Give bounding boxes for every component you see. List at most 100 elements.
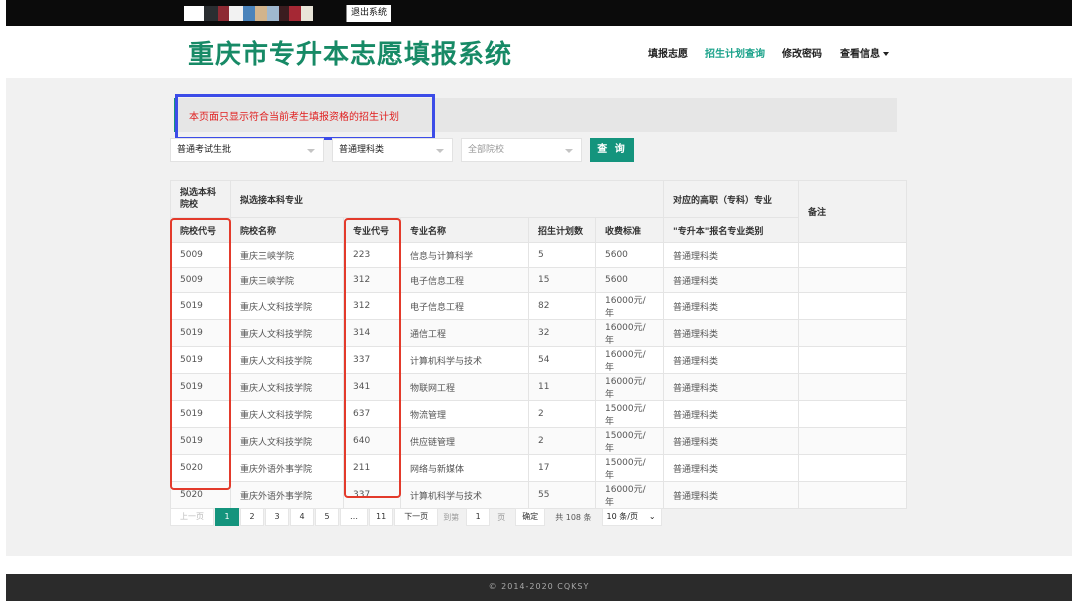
redaction-block [184, 6, 204, 21]
table-row: 5020 重庆外语外事学院 211 网络与新媒体 17 15000元/年 普通理科类 [170, 454, 907, 483]
school-name-cell: 重庆人文科技学院 [230, 319, 344, 348]
plan-count-cell: 17 [528, 454, 596, 483]
browser-frame: 退出系统 重庆市专升本志愿填报系统 填报志愿 招生计划查询 修改密码 查看信息 … [6, 0, 1072, 601]
nav-fill-application[interactable]: 填报志愿 [648, 45, 688, 60]
page-size-value: 10 条/页 [606, 512, 638, 521]
major-name-cell: 通信工程 [400, 319, 529, 348]
page-button-current[interactable]: 1 [215, 508, 239, 526]
site-logo: 重庆市专升本志愿填报系统 [188, 40, 513, 70]
nav-view-info-label: 查看信息 [840, 49, 880, 60]
page-button[interactable]: 11 [369, 508, 394, 526]
school-name-cell: 重庆人文科技学院 [230, 373, 344, 402]
major-name-cell: 电子信息工程 [400, 267, 529, 294]
goto-confirm-button[interactable]: 确定 [515, 508, 546, 526]
remark-cell [798, 319, 907, 348]
table-row: 5019 重庆人文科技学院 312 电子信息工程 82 16000元/年 普通理科类 [170, 292, 907, 321]
major-name-cell: 物流管理 [400, 400, 529, 429]
fee-cell: 15000元/年 [595, 400, 664, 429]
school-name-cell: 重庆外语外事学院 [230, 481, 344, 510]
remark-cell [798, 400, 907, 429]
redaction-block [255, 6, 267, 21]
plan-count-cell: 55 [528, 481, 596, 510]
enrollment-plan-table: 拟选本科院校 拟选接本科专业 对应的高职（专科）专业 备注 院校代号 院校名称 … [170, 180, 907, 510]
school-select-placeholder: 全部院校 [468, 145, 505, 155]
query-button[interactable]: 查 询 [590, 138, 634, 162]
school-name-cell: 重庆人文科技学院 [230, 292, 344, 321]
redaction-block [229, 6, 243, 21]
plan-count-cell: 15 [528, 267, 596, 294]
major-name-cell: 计算机科学与技术 [400, 481, 529, 510]
redaction-block [243, 6, 255, 21]
school-select[interactable]: 全部院校 [461, 138, 582, 162]
table-row: 5019 重庆人文科技学院 337 计算机科学与技术 54 16000元/年 普通理科类 [170, 346, 907, 375]
vocational-category-cell: 普通理科类 [663, 241, 799, 269]
fee-cell: 16000元/年 [595, 319, 664, 348]
vocational-category-cell: 普通理科类 [663, 319, 799, 348]
nav-change-password[interactable]: 修改密码 [782, 45, 822, 60]
plan-count-cell: 11 [528, 373, 596, 402]
fee-cell: 16000元/年 [595, 346, 664, 375]
vocational-category-cell: 普通理科类 [663, 373, 799, 402]
batch-select-value: 普通考试生批 [177, 145, 232, 155]
dropdown-arrow-icon [565, 149, 573, 153]
table-row: 5009 重庆三峡学院 312 电子信息工程 15 5600 普通理科类 [170, 267, 907, 294]
vocational-category-cell: 普通理科类 [663, 400, 799, 429]
table-row: 5019 重庆人文科技学院 341 物联网工程 11 16000元/年 普通理科类 [170, 373, 907, 402]
major-name-cell: 计算机科学与技术 [400, 346, 529, 375]
annotation-highlight-school-code [170, 218, 231, 490]
annotation-highlight-major-code [344, 218, 401, 498]
prev-page-button[interactable]: 上一页 [170, 508, 214, 526]
remark-cell [798, 267, 907, 294]
main-content: 本页面只显示符合当前考生填报资格的招生计划 普通考试生批 普通理科类 全部院校 … [6, 78, 1072, 556]
goto-label: 到第 [443, 512, 460, 522]
page-unit-label: 页 [497, 512, 506, 522]
page-button[interactable]: 3 [265, 508, 289, 526]
top-bar: 退出系统 [6, 0, 1072, 26]
nav-view-info[interactable]: 查看信息 [840, 45, 889, 60]
total-count: 共 108 条 [555, 512, 592, 522]
column-header-fee: 收费标准 [595, 217, 664, 243]
nav-enrollment-plan-query[interactable]: 招生计划查询 [705, 45, 765, 60]
school-name-cell: 重庆三峡学院 [230, 241, 344, 269]
group-header-vocational: 对应的高职（专科）专业 [663, 180, 799, 218]
annotation-highlight-notice [175, 94, 435, 140]
page-button[interactable]: 4 [290, 508, 314, 526]
remark-cell [798, 241, 907, 269]
fee-cell: 15000元/年 [595, 427, 664, 456]
fee-cell: 5600 [595, 241, 664, 269]
major-name-cell: 网络与新媒体 [400, 454, 529, 483]
chevron-down-icon: ⌄ [648, 512, 656, 521]
table-row: 5019 重庆人文科技学院 314 通信工程 32 16000元/年 普通理科类 [170, 319, 907, 348]
redaction-block [289, 6, 301, 21]
remark-cell [798, 427, 907, 456]
page-button[interactable]: 2 [240, 508, 264, 526]
fee-cell: 16000元/年 [595, 292, 664, 321]
page-button[interactable]: 5 [315, 508, 339, 526]
fee-cell: 15000元/年 [595, 454, 664, 483]
plan-count-cell: 32 [528, 319, 596, 348]
logout-link[interactable]: 退出系统 [346, 5, 392, 22]
plan-count-cell: 5 [528, 241, 596, 269]
site-header: 重庆市专升本志愿填报系统 填报志愿 招生计划查询 修改密码 查看信息 [6, 26, 1072, 78]
column-header-school-name: 院校名称 [230, 217, 344, 243]
page-size-select[interactable]: 10 条/页 ⌄ [601, 508, 662, 526]
caret-down-icon [883, 52, 889, 56]
site-footer: © 2014-2020 CQKSY [6, 574, 1072, 601]
pagination: 上一页 1 2 3 4 5 … 11 下一页 到第 1 页 确定 共 108 条… [170, 508, 662, 526]
table-row: 5020 重庆外语外事学院 337 计算机科学与技术 55 16000元/年 普通理科类 [170, 481, 907, 510]
redaction-block [204, 6, 218, 21]
category-select[interactable]: 普通理科类 [332, 138, 453, 162]
group-header-major: 拟选接本科专业 [230, 180, 664, 218]
column-header-plan-count: 招生计划数 [528, 217, 596, 243]
remark-cell [798, 481, 907, 510]
plan-count-cell: 82 [528, 292, 596, 321]
redaction-block [218, 6, 229, 21]
remark-cell [798, 346, 907, 375]
fee-cell: 5600 [595, 267, 664, 294]
column-header-remark: 备注 [798, 180, 907, 243]
column-header-major-name: 专业名称 [400, 217, 529, 243]
next-page-button[interactable]: 下一页 [394, 508, 439, 526]
goto-page-input[interactable]: 1 [466, 508, 491, 526]
batch-select[interactable]: 普通考试生批 [170, 138, 324, 162]
vocational-category-cell: 普通理科类 [663, 454, 799, 483]
